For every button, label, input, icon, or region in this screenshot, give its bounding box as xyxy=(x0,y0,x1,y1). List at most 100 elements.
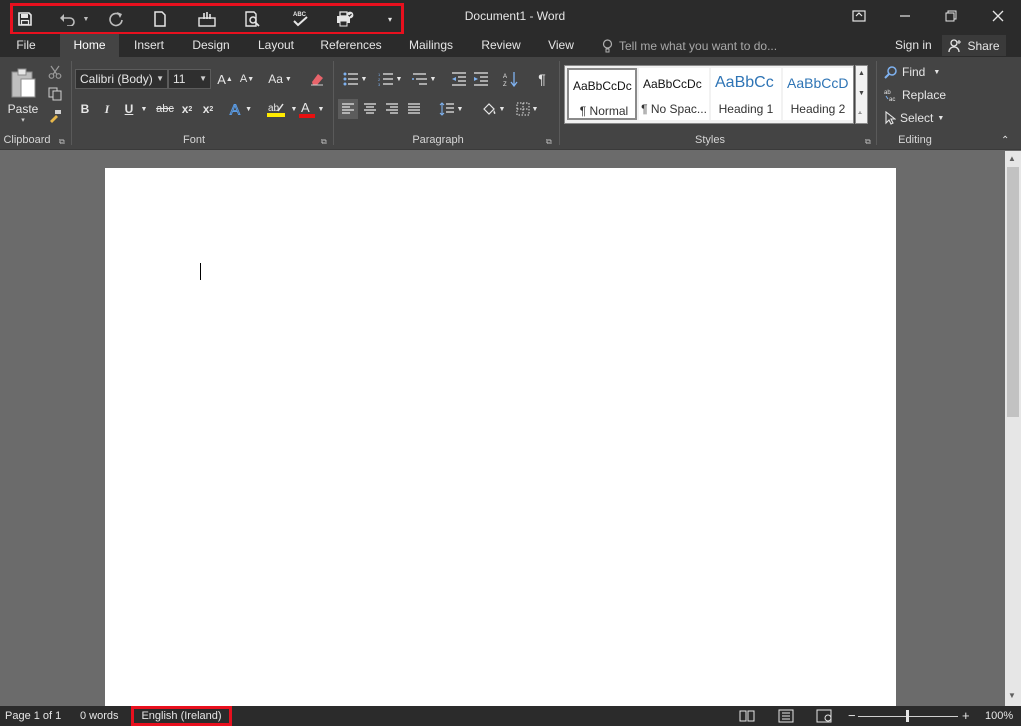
read-mode-icon[interactable] xyxy=(739,709,755,726)
print-preview-button[interactable] xyxy=(242,8,264,30)
clipboard-launcher-icon[interactable]: ⧉ xyxy=(59,137,65,147)
style-heading-1[interactable]: AaBbCc Heading 1 xyxy=(711,68,781,120)
increase-indent-icon xyxy=(474,72,488,86)
format-painter-button[interactable] xyxy=(46,107,64,125)
italic-button[interactable]: I xyxy=(99,99,115,119)
cut-button[interactable] xyxy=(46,63,64,81)
touch-mode-button[interactable] xyxy=(196,8,218,30)
restore-button[interactable] xyxy=(928,0,974,32)
chevron-down-icon[interactable]: ▼ xyxy=(858,90,865,97)
sort-button[interactable]: AZ xyxy=(500,69,522,89)
tab-file[interactable]: File xyxy=(8,34,44,57)
tab-home[interactable]: Home xyxy=(60,34,119,57)
quick-print-button[interactable] xyxy=(334,8,356,30)
print-layout-icon[interactable] xyxy=(778,709,794,726)
more-styles-icon[interactable]: ⩡ xyxy=(858,110,862,118)
show-formatting-button[interactable]: ¶ xyxy=(532,69,552,89)
paragraph-group-label: Paragraph xyxy=(412,134,464,146)
font-color-button[interactable]: A xyxy=(298,99,316,119)
undo-dropdown[interactable]: ▼ xyxy=(81,8,91,30)
style-heading-2[interactable]: AaBbCcD Heading 2 xyxy=(783,68,853,120)
language-label: English (Ireland) xyxy=(141,710,222,722)
customize-qat-button[interactable]: ▾ xyxy=(383,8,397,30)
font-group-label: Font xyxy=(182,134,205,146)
font-size-combo[interactable]: 11 ▼ xyxy=(168,69,211,89)
subscript-button[interactable]: x2 xyxy=(178,99,196,119)
new-document-button[interactable] xyxy=(150,8,170,30)
align-center-button[interactable] xyxy=(360,99,380,119)
clear-formatting-button[interactable] xyxy=(306,69,328,89)
superscript-button[interactable]: x2 xyxy=(199,99,217,119)
font-color-dropdown[interactable]: ▼ xyxy=(316,99,326,119)
text-effects-button[interactable]: A ▼ xyxy=(228,99,252,119)
chevron-up-icon[interactable]: ▲ xyxy=(858,70,865,77)
replace-button[interactable]: ab ac Replace xyxy=(884,86,948,104)
scroll-down-icon[interactable]: ▼ xyxy=(1008,691,1016,700)
ribbon-display-options-button[interactable] xyxy=(836,0,882,32)
style-normal[interactable]: AaBbCcDc ¶ Normal xyxy=(567,68,637,120)
tab-mailings[interactable]: Mailings xyxy=(400,34,462,57)
underline-button[interactable]: U xyxy=(121,99,137,119)
select-button[interactable]: Select ▼ xyxy=(884,109,948,127)
redo-button[interactable] xyxy=(106,8,126,30)
paste-button[interactable]: Paste ▾ xyxy=(4,63,42,127)
collapse-ribbon-icon[interactable]: ⌃ xyxy=(1001,135,1009,146)
close-icon xyxy=(992,10,1004,22)
undo-button[interactable] xyxy=(57,8,79,30)
web-layout-icon[interactable] xyxy=(816,709,832,726)
borders-button[interactable]: ▼ xyxy=(512,99,542,119)
styles-launcher-icon[interactable]: ⧉ xyxy=(865,137,871,147)
increase-indent-button[interactable] xyxy=(470,69,492,89)
bullets-button[interactable]: ▼ xyxy=(340,69,370,89)
shrink-font-button[interactable]: A ▼ xyxy=(238,69,256,89)
font-name-combo[interactable]: Calibri (Body) ▼ xyxy=(75,69,168,89)
scrollbar-thumb[interactable] xyxy=(1007,167,1019,417)
zoom-slider-thumb[interactable] xyxy=(906,710,909,722)
document-page[interactable] xyxy=(105,168,896,726)
new-document-icon xyxy=(154,11,166,27)
minimize-button[interactable] xyxy=(882,0,928,32)
tell-me-box[interactable]: Tell me what you want to do... xyxy=(602,34,777,57)
style-name: Heading 1 xyxy=(718,102,774,116)
numbering-button[interactable]: 123 ▼ xyxy=(374,69,406,89)
tab-references[interactable]: References xyxy=(314,34,388,57)
copy-button[interactable] xyxy=(46,85,64,103)
strikethrough-button[interactable]: abc xyxy=(154,99,176,119)
line-spacing-button[interactable]: ▼ xyxy=(436,99,466,119)
tab-design[interactable]: Design xyxy=(184,34,238,57)
tab-insert[interactable]: Insert xyxy=(125,34,173,57)
zoom-level[interactable]: 100% xyxy=(985,706,1013,726)
paragraph-launcher-icon[interactable]: ⧉ xyxy=(546,137,552,147)
tab-view[interactable]: View xyxy=(540,34,582,57)
close-button[interactable] xyxy=(975,0,1021,32)
underline-dropdown[interactable]: ▼ xyxy=(139,99,149,119)
word-count[interactable]: 0 words xyxy=(80,706,119,726)
decrease-indent-button[interactable] xyxy=(448,69,470,89)
justify-button[interactable] xyxy=(404,99,424,119)
multilevel-list-button[interactable]: ▼ xyxy=(408,69,440,89)
page-count[interactable]: Page 1 of 1 xyxy=(5,706,61,726)
scroll-up-icon[interactable]: ▲ xyxy=(1008,154,1016,163)
style-no-spacing[interactable]: AaBbCcDc ¶ No Spac... xyxy=(639,68,709,120)
change-case-button[interactable]: Aa ▼ xyxy=(264,69,296,89)
share-button[interactable]: Share xyxy=(942,35,1006,56)
paint-bucket-icon xyxy=(482,103,495,115)
text-highlight-button[interactable]: ab xyxy=(262,99,290,119)
align-left-button[interactable] xyxy=(338,99,358,119)
shading-button[interactable]: ▼ xyxy=(478,99,508,119)
grow-font-button[interactable]: A ▲ xyxy=(216,69,234,89)
font-launcher-icon[interactable]: ⧉ xyxy=(321,137,327,147)
find-button[interactable]: Find ▼ xyxy=(884,63,948,81)
save-button[interactable] xyxy=(15,8,35,30)
zoom-in-icon[interactable]: + xyxy=(962,706,970,726)
zoom-out-icon[interactable]: − xyxy=(848,706,856,726)
vertical-scrollbar[interactable]: ▲ ▼ xyxy=(1005,151,1021,706)
sign-in-link[interactable]: Sign in xyxy=(895,34,932,56)
bold-button[interactable]: B xyxy=(77,99,93,119)
language-indicator[interactable]: English (Ireland) xyxy=(131,706,232,726)
align-right-button[interactable] xyxy=(382,99,402,119)
tab-review[interactable]: Review xyxy=(474,34,528,57)
spelling-button[interactable]: ABC xyxy=(289,8,311,30)
styles-gallery-scroller[interactable]: ▲ ▼ ⩡ xyxy=(855,65,868,124)
tab-layout[interactable]: Layout xyxy=(249,34,303,57)
